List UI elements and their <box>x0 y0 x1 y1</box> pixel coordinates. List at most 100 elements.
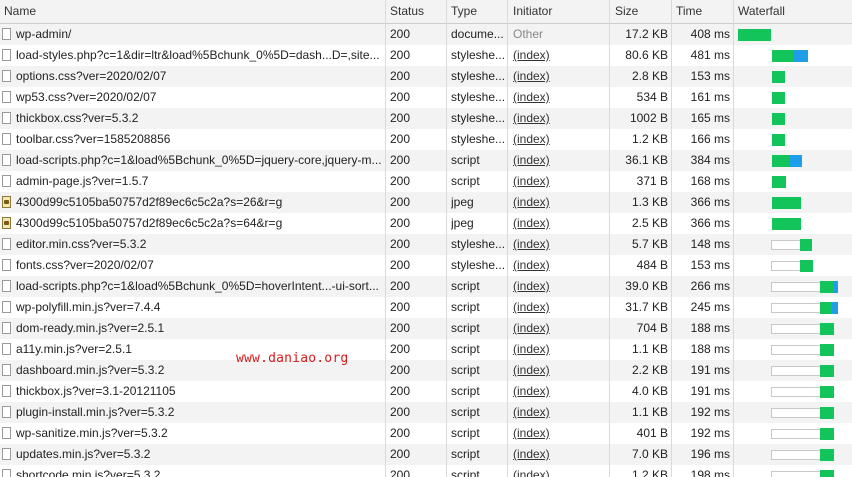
request-initiator[interactable]: (index) <box>513 381 608 402</box>
request-row[interactable]: editor.min.css?ver=5.3.2 200 styleshe... (i… <box>0 234 852 255</box>
waterfall-bar[interactable] <box>772 113 785 125</box>
request-row[interactable]: load-styles.php?c=1&dir=ltr&load%5Bchunk… <box>0 45 852 66</box>
request-row[interactable]: plugin-install.min.js?ver=5.3.2 200 script… <box>0 402 852 423</box>
request-row[interactable]: wp-sanitize.min.js?ver=5.3.2 200 script (in… <box>0 423 852 444</box>
waterfall-bar[interactable] <box>772 218 801 230</box>
waterfall-bar[interactable] <box>738 29 771 41</box>
request-initiator[interactable]: (index) <box>513 150 608 171</box>
waterfall-bar[interactable] <box>800 239 812 251</box>
column-divider[interactable] <box>446 0 447 477</box>
document-icon <box>2 448 11 460</box>
request-initiator[interactable]: (index) <box>513 108 608 129</box>
waterfall-bar[interactable] <box>820 449 834 461</box>
waterfall-download-bar[interactable] <box>789 155 802 167</box>
request-status: 200 <box>390 48 411 62</box>
request-time: 153 ms <box>690 258 730 272</box>
header-initiator[interactable]: Initiator <box>513 0 608 23</box>
request-time: 198 ms <box>690 468 730 477</box>
waterfall-bar[interactable] <box>772 197 801 209</box>
waterfall-bar[interactable] <box>820 365 834 377</box>
request-type: styleshe... <box>451 48 506 62</box>
request-row[interactable]: wp53.css?ver=2020/02/07 200 styleshe... (in… <box>0 87 852 108</box>
document-icon <box>2 70 11 82</box>
waterfall-download-bar[interactable] <box>833 281 838 293</box>
header-type[interactable]: Type <box>451 0 506 23</box>
request-row[interactable]: wp-polyfill.min.js?ver=7.4.4 200 script (in… <box>0 297 852 318</box>
request-row[interactable]: 4300d99c5105ba50757d2f89ec6c5c2a?s=64&r=… <box>0 213 852 234</box>
request-row[interactable]: admin-page.js?ver=1.5.7 200 script (index) 3… <box>0 171 852 192</box>
request-initiator[interactable]: (index) <box>513 45 608 66</box>
waterfall-bar[interactable] <box>772 71 785 83</box>
request-row[interactable]: dashboard.min.js?ver=5.3.2 200 script (inde… <box>0 360 852 381</box>
waterfall-bar[interactable] <box>772 176 786 188</box>
waterfall-bar[interactable] <box>772 92 785 104</box>
request-initiator[interactable]: (index) <box>513 276 608 297</box>
request-type: docume... <box>451 27 504 41</box>
waterfall-bar[interactable] <box>772 155 789 167</box>
request-initiator[interactable]: (index) <box>513 129 608 150</box>
request-row[interactable]: thickbox.js?ver=3.1-20121105 200 script (in… <box>0 381 852 402</box>
waterfall-bar[interactable] <box>820 323 834 335</box>
request-row[interactable]: fonts.css?ver=2020/02/07 200 styleshe... (i… <box>0 255 852 276</box>
column-divider[interactable] <box>385 0 386 477</box>
request-type: styleshe... <box>451 69 506 83</box>
request-initiator[interactable]: (index) <box>513 192 608 213</box>
request-initiator[interactable]: (index) <box>513 234 608 255</box>
request-initiator[interactable]: (index) <box>513 318 608 339</box>
request-name: thickbox.js?ver=3.1-20121105 <box>16 384 176 398</box>
request-size: 2.5 KB <box>631 216 668 230</box>
request-initiator[interactable]: (index) <box>513 66 608 87</box>
request-initiator[interactable]: (index) <box>513 339 608 360</box>
request-row[interactable]: load-scripts.php?c=1&load%5Bchunk_0%5D=h… <box>0 276 852 297</box>
waterfall-bar[interactable] <box>820 344 834 356</box>
column-divider[interactable] <box>609 0 610 477</box>
request-initiator[interactable]: (index) <box>513 423 608 444</box>
waterfall-bar[interactable] <box>772 50 793 62</box>
request-initiator[interactable]: (index) <box>513 213 608 234</box>
request-size: 534 B <box>636 90 668 104</box>
request-type: script <box>451 174 480 188</box>
request-row[interactable]: 4300d99c5105ba50757d2f89ec6c5c2a?s=26&r=… <box>0 192 852 213</box>
request-initiator[interactable]: (index) <box>513 297 608 318</box>
waterfall-bar[interactable] <box>820 386 834 398</box>
request-initiator[interactable]: (index) <box>513 360 608 381</box>
column-divider[interactable] <box>507 0 508 477</box>
waterfall-bar[interactable] <box>820 407 834 419</box>
header-time[interactable]: Time <box>676 0 730 23</box>
request-initiator[interactable]: (index) <box>513 255 608 276</box>
header-size[interactable]: Size <box>615 0 668 23</box>
header-status[interactable]: Status <box>390 0 445 23</box>
request-status: 200 <box>390 321 411 335</box>
waterfall-download-bar[interactable] <box>793 50 808 62</box>
request-initiator[interactable]: (index) <box>513 444 608 465</box>
column-divider[interactable] <box>671 0 672 477</box>
waterfall-bar[interactable] <box>820 281 834 293</box>
request-size: 1.1 KB <box>631 405 668 419</box>
waterfall-download-bar[interactable] <box>832 302 838 314</box>
request-row[interactable]: updates.min.js?ver=5.3.2 200 script (index)… <box>0 444 852 465</box>
request-row[interactable]: load-scripts.php?c=1&load%5Bchunk_0%5D=j… <box>0 150 852 171</box>
request-initiator[interactable]: (index) <box>513 402 608 423</box>
waterfall-bar[interactable] <box>820 428 834 440</box>
request-initiator[interactable]: (index) <box>513 465 608 477</box>
request-row[interactable]: dom-ready.min.js?ver=2.5.1 200 script (inde… <box>0 318 852 339</box>
request-type: script <box>451 153 480 167</box>
request-row[interactable]: wp-admin/200 docume... Other 17.2 KB 408 ms <box>0 24 852 45</box>
column-divider[interactable] <box>733 0 734 477</box>
waterfall-bar[interactable] <box>772 134 785 146</box>
request-row[interactable]: toolbar.css?ver=1585208856 200 styleshe...… <box>0 129 852 150</box>
request-row[interactable]: thickbox.css?ver=5.3.2 200 styleshe... (ind… <box>0 108 852 129</box>
waterfall-bar[interactable] <box>820 470 834 477</box>
request-initiator[interactable]: (index) <box>513 87 608 108</box>
header-name[interactable]: Name <box>4 0 372 23</box>
request-time: 191 ms <box>690 384 730 398</box>
request-row[interactable]: options.css?ver=2020/02/07 200 styleshe...… <box>0 66 852 87</box>
request-size: 4.0 KB <box>631 384 668 398</box>
waterfall-bar[interactable] <box>820 302 832 314</box>
header-waterfall[interactable]: Waterfall <box>738 0 852 23</box>
request-row[interactable]: a11y.min.js?ver=2.5.1 200 script (index) 1.1… <box>0 339 852 360</box>
waterfall-bar[interactable] <box>800 260 813 272</box>
request-row[interactable]: shortcode.min.js?ver=5.3.2 200 script (inde… <box>0 465 852 477</box>
request-initiator[interactable]: (index) <box>513 171 608 192</box>
request-time: 165 ms <box>690 111 730 125</box>
